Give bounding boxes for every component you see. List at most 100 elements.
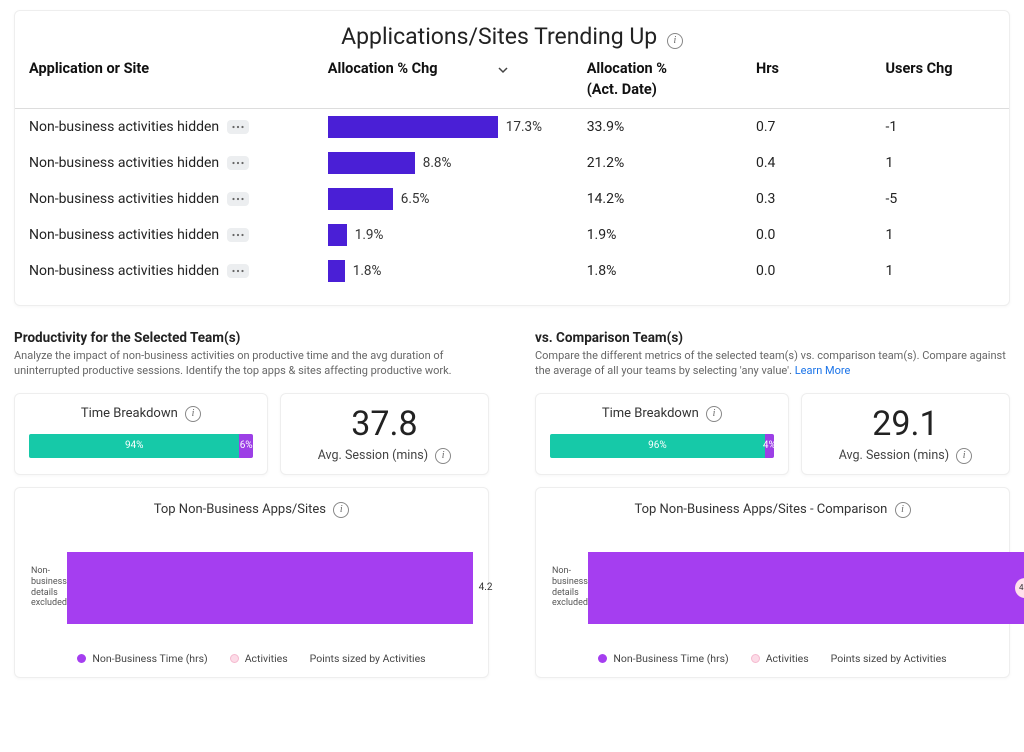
productivity-column: Productivity for the Selected Team(s) An… xyxy=(14,330,489,678)
table-row: Non-business activities hidden1.9%1.9%0.… xyxy=(15,217,1009,253)
row-app-label: Non-business activities hidden xyxy=(29,263,219,279)
legend-sized-cmp: Points sized by Activities xyxy=(831,652,947,665)
row-app-cell: Non-business activities hidden xyxy=(29,191,328,207)
time-breakdown-title-text-cmp: Time Breakdown xyxy=(602,406,699,421)
top-apps-card-cmp: Top Non-Business Apps/Sites - Comparison… xyxy=(535,487,1010,678)
comparison-row1: Time Breakdown i 96% 4% 29.1 Avg. Sessio… xyxy=(535,393,1010,475)
row-app-cell: Non-business activities hidden xyxy=(29,119,328,135)
legend-activities-text-cmp: Activities xyxy=(766,652,809,665)
info-icon[interactable]: i xyxy=(185,406,201,422)
comparison-title: vs. Comparison Team(s) xyxy=(535,330,1010,346)
info-icon[interactable]: i xyxy=(895,502,911,518)
legend-time-text-cmp: Non-Business Time (hrs) xyxy=(613,652,728,665)
col-header-alloc-sub: (Act. Date) xyxy=(587,81,756,98)
productivity-title: Productivity for the Selected Team(s) xyxy=(14,330,489,346)
row-chg-cell: 8.8% xyxy=(328,152,587,174)
info-icon[interactable]: i xyxy=(667,33,683,49)
row-hrs-cell: 0.0 xyxy=(756,227,885,243)
more-icon[interactable] xyxy=(227,192,249,206)
time-breakdown-title-cmp: Time Breakdown i xyxy=(550,406,774,422)
chevron-down-icon[interactable] xyxy=(497,63,509,80)
row-chg-value: 6.5% xyxy=(401,191,430,207)
trending-title-text: Applications/Sites Trending Up xyxy=(341,23,657,50)
top-apps-chart-cmp: Non-business details excluded 4.3 xyxy=(552,542,993,634)
dot-pink-icon xyxy=(230,654,239,663)
more-icon[interactable] xyxy=(227,228,249,242)
productivity-desc: Analyze the impact of non-business activ… xyxy=(14,349,489,379)
comparison-desc: Compare the different metrics of the sel… xyxy=(535,349,1010,379)
time-breakdown-card: Time Breakdown i 94% 6% xyxy=(14,393,268,475)
learn-more-link[interactable]: Learn More xyxy=(795,364,851,377)
row-hrs-cell: 0.7 xyxy=(756,119,885,135)
row-app-label: Non-business activities hidden xyxy=(29,227,219,243)
row-chg-bar xyxy=(328,152,415,174)
row-users-cell: 1 xyxy=(885,155,995,171)
row-users-cell: 1 xyxy=(885,263,995,279)
row-chg-value: 1.9% xyxy=(355,227,384,243)
dot-pink-icon xyxy=(751,654,760,663)
sections: Productivity for the Selected Team(s) An… xyxy=(14,330,1010,678)
col-header-alloc-text: Allocation % xyxy=(587,60,756,77)
top-apps-title-cmp: Top Non-Business Apps/Sites - Comparison… xyxy=(552,502,993,518)
row-chg-cell: 17.3% xyxy=(328,116,587,138)
dot-purple-icon xyxy=(77,654,86,663)
top-apps-row-label-cmp: Non-business details excluded xyxy=(552,566,588,609)
comparison-column: vs. Comparison Team(s) Compare the diffe… xyxy=(535,330,1010,678)
row-chg-bar xyxy=(328,116,498,138)
productivity-header: Productivity for the Selected Team(s) An… xyxy=(14,330,489,379)
time-breakdown-title-text: Time Breakdown xyxy=(81,406,178,421)
col-header-hrs[interactable]: Hrs xyxy=(756,60,885,77)
breakdown-productive-seg: 94% xyxy=(29,434,239,458)
avg-session-card: 37.8 Avg. Session (mins) i xyxy=(280,393,489,475)
row-chg-value: 17.3% xyxy=(506,119,542,135)
info-icon[interactable]: i xyxy=(706,406,722,422)
table-row: Non-business activities hidden 6.5% 14.2%0… xyxy=(15,181,1009,217)
row-hrs-cell: 0.4 xyxy=(756,155,885,171)
row-hrs-cell: 0.3 xyxy=(756,191,885,207)
time-breakdown-bar-cmp: 96% 4% xyxy=(550,434,774,458)
more-icon[interactable] xyxy=(227,120,249,134)
time-breakdown-bar: 94% 6% xyxy=(29,434,253,458)
row-users-cell: -5 xyxy=(885,191,995,207)
top-apps-legend: Non-Business Time (hrs) Activities Point… xyxy=(31,652,472,665)
comparison-desc-text: Compare the different metrics of the sel… xyxy=(535,349,1006,377)
avg-session-card-cmp: 29.1 Avg. Session (mins) i xyxy=(801,393,1010,475)
info-icon[interactable]: i xyxy=(435,448,451,464)
row-chg-bar xyxy=(328,260,345,282)
top-apps-title-text-cmp: Top Non-Business Apps/Sites - Comparison xyxy=(634,502,887,517)
more-icon[interactable] xyxy=(227,156,249,170)
row-alloc-cell: 1.9% xyxy=(587,227,756,243)
table-row: Non-business activities hidden1.8%1.8%0.… xyxy=(15,253,1009,289)
table-row: Non-business activities hidden8.8%21.2%0… xyxy=(15,145,1009,181)
trending-title: Applications/Sites Trending Up i xyxy=(15,17,1009,60)
avg-session-label-text: Avg. Session (mins) xyxy=(318,448,428,463)
row-hrs-cell: 0.0 xyxy=(756,263,885,279)
col-header-app[interactable]: Application or Site xyxy=(29,60,328,77)
info-icon[interactable]: i xyxy=(333,502,349,518)
dot-purple-icon xyxy=(598,654,607,663)
top-apps-bar-cmp: 4.3 xyxy=(588,552,1024,624)
top-apps-row-label: Non-business details excluded xyxy=(31,566,67,609)
trending-header-row: Application or Site Allocation % Chg All… xyxy=(15,60,1009,109)
avg-session-label: Avg. Session (mins) i xyxy=(295,448,474,464)
row-app-label: Non-business activities hidden xyxy=(29,191,219,207)
row-app-cell: Non-business activities hidden xyxy=(29,263,328,279)
productivity-row1: Time Breakdown i 94% 6% 37.8 Avg. Sessio… xyxy=(14,393,489,475)
top-apps-value: 4.2 xyxy=(479,582,493,593)
info-icon[interactable]: i xyxy=(956,448,972,464)
col-header-users[interactable]: Users Chg xyxy=(885,60,995,77)
trending-rows: Non-business activities hidden 17.3% 33.9%… xyxy=(15,109,1009,289)
row-alloc-cell: 14.2% xyxy=(587,191,756,207)
top-apps-card: Top Non-Business Apps/Sites i Non-busine… xyxy=(14,487,489,678)
col-header-alloc[interactable]: Allocation % (Act. Date) xyxy=(587,60,756,98)
time-breakdown-title: Time Breakdown i xyxy=(29,406,253,422)
row-chg-bar xyxy=(328,188,393,210)
more-icon[interactable] xyxy=(227,264,249,278)
legend-activities: Activities xyxy=(230,652,288,665)
col-header-chg[interactable]: Allocation % Chg xyxy=(328,60,587,77)
row-alloc-cell: 33.9% xyxy=(587,119,756,135)
time-breakdown-card-cmp: Time Breakdown i 96% 4% xyxy=(535,393,789,475)
top-apps-title: Top Non-Business Apps/Sites i xyxy=(31,502,472,518)
legend-time-cmp: Non-Business Time (hrs) xyxy=(598,652,728,665)
legend-activities-text: Activities xyxy=(245,652,288,665)
